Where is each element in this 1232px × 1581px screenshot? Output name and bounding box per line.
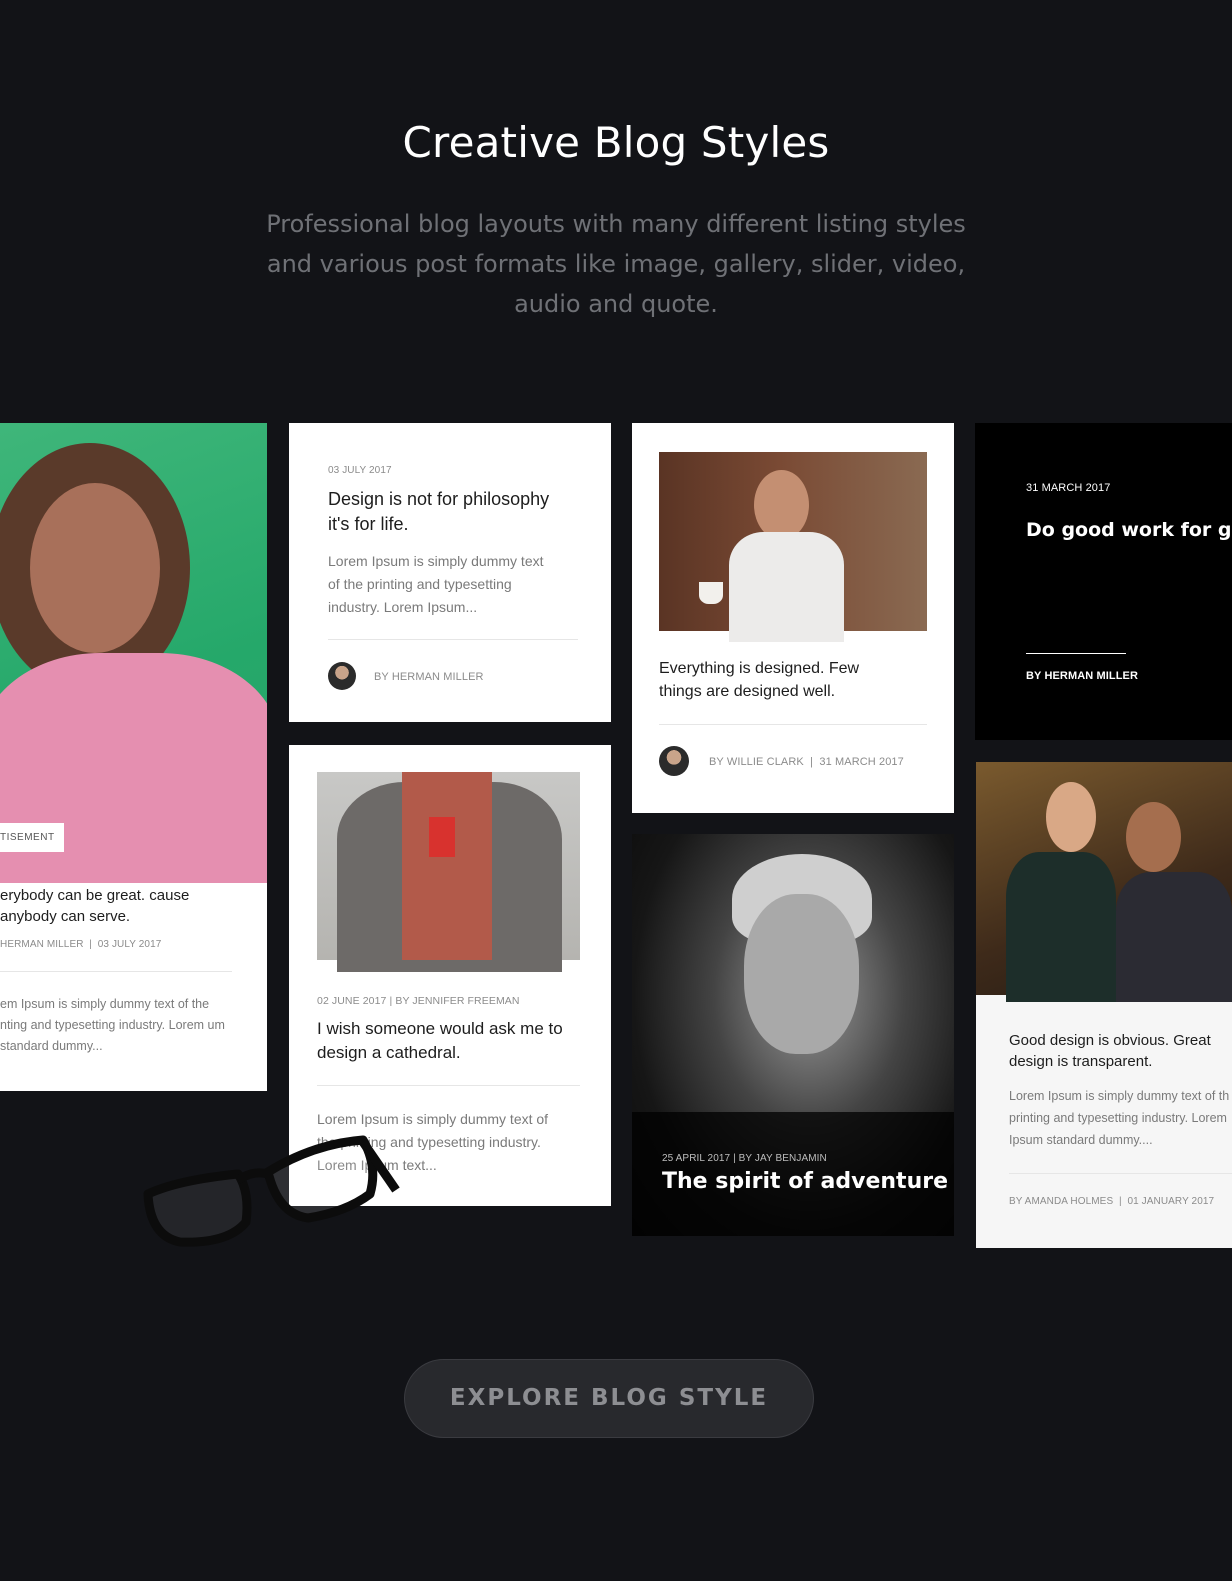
post-meta[interactable]: BY WILLIE CLARK | 31 MARCH 2017 xyxy=(709,756,904,768)
post-meta: 25 APRIL 2017 | BY JAY BENJAMIN xyxy=(662,1153,827,1164)
post-author[interactable]: BY HERMAN MILLER xyxy=(1026,670,1138,682)
post-excerpt: Lorem Ipsum is simply dummy text of the … xyxy=(328,553,544,615)
post-quote[interactable]: Do good work for go people. Good design … xyxy=(1026,516,1232,544)
post-category-tag[interactable]: TISEMENT xyxy=(0,823,64,852)
post-title[interactable]: Design is not for philosophy it's for li… xyxy=(328,487,558,537)
author-avatar[interactable] xyxy=(328,662,356,690)
blog-card-good-design[interactable]: Good design is obvious. Great design is … xyxy=(976,762,1232,1248)
post-author[interactable]: BY HERMAN MILLER xyxy=(374,671,484,683)
section-subtitle: Professional blog layouts with many diff… xyxy=(266,210,966,318)
post-title[interactable]: The spirit of adventure xyxy=(662,1169,948,1194)
post-title[interactable]: I wish someone would ask me to design a … xyxy=(317,1017,577,1065)
blog-card-smiling-woman[interactable]: TISEMENT erybody can be great. cause any… xyxy=(0,423,267,1091)
post-image-scarf-coffee xyxy=(317,772,580,972)
post-date: 03 JULY 2017 xyxy=(328,465,392,476)
post-title[interactable]: erybody can be great. cause anybody can … xyxy=(0,885,200,927)
author-avatar[interactable] xyxy=(659,746,689,776)
post-title[interactable]: Everything is designed. Few things are d… xyxy=(659,657,899,703)
post-meta: BY AMANDA HOLMES | 01 JANUARY 2017 xyxy=(1009,1196,1215,1207)
blog-card-quote[interactable]: 31 MARCH 2017 Do good work for go people… xyxy=(975,423,1232,740)
divider xyxy=(317,1085,580,1086)
post-meta: HERMAN MILLER | 03 JULY 2017 xyxy=(0,939,162,950)
post-image-smiling-woman xyxy=(0,423,267,883)
section-title: Creative Blog Styles xyxy=(402,118,830,167)
blog-card-design-philosophy[interactable]: 03 JULY 2017 Design is not for philosoph… xyxy=(289,423,611,722)
blog-card-spirit-adventure[interactable]: 25 APRIL 2017 | BY JAY BENJAMIN The spir… xyxy=(632,834,954,1236)
divider xyxy=(659,724,927,725)
blog-card-everything-designed[interactable]: Everything is designed. Few things are d… xyxy=(632,423,954,813)
explore-blog-style-button[interactable]: EXPLORE BLOG STYLE xyxy=(404,1359,814,1438)
post-image-man-coffee xyxy=(659,452,927,642)
post-excerpt: em Ipsum is simply dummy text of the nti… xyxy=(0,997,225,1053)
divider xyxy=(328,639,578,640)
divider xyxy=(1009,1173,1232,1174)
post-meta: 02 JUNE 2017 | BY JENNIFER FREEMAN xyxy=(317,995,520,1007)
post-image-couple xyxy=(976,762,1232,1002)
divider xyxy=(0,971,232,972)
post-date: 31 MARCH 2017 xyxy=(1026,482,1111,494)
post-excerpt: Lorem Ipsum is simply dummy text of th p… xyxy=(1009,1089,1230,1147)
glasses-icon xyxy=(143,1135,400,1247)
divider xyxy=(1026,653,1126,654)
post-title[interactable]: Good design is obvious. Great design is … xyxy=(1009,1030,1232,1072)
